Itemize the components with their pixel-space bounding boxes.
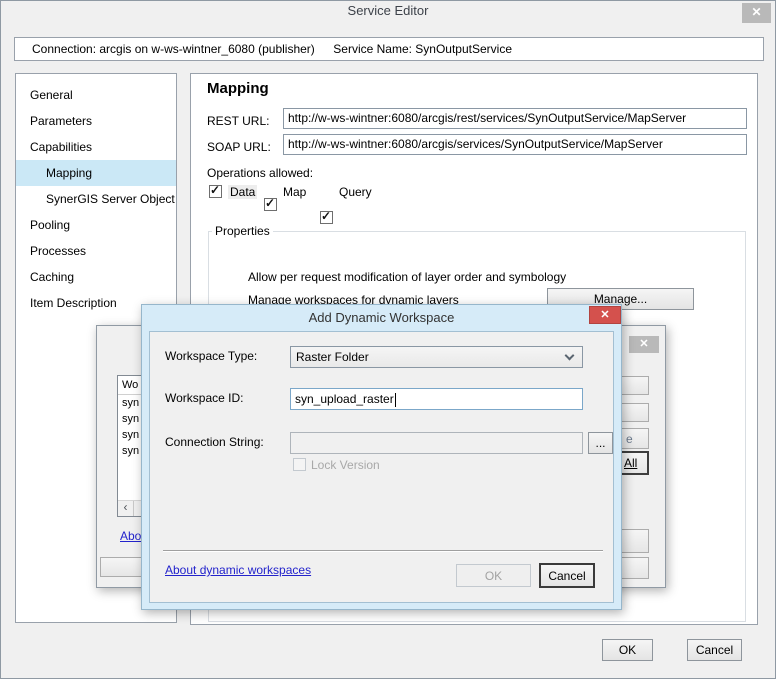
workspace-type-select[interactable]: Raster Folder — [290, 346, 583, 368]
soap-url-field[interactable]: http://w-ws-wintner:6080/arcgis/services… — [283, 134, 747, 155]
data-checkbox[interactable]: ✓ — [209, 183, 222, 198]
add-dynamic-workspace-dialog: Add Dynamic Workspace ✕ Workspace Type: … — [141, 304, 622, 610]
sidebar-item-parameters[interactable]: Parameters — [16, 108, 176, 134]
add-dialog-close-icon[interactable]: ✕ — [589, 306, 621, 324]
allow-modification-label: Allow per request modification of layer … — [248, 270, 567, 284]
workspace-id-label: Workspace ID: — [165, 391, 244, 405]
sidebar-item-processes[interactable]: Processes — [16, 238, 176, 264]
scroll-left-icon[interactable]: ‹ — [118, 501, 134, 516]
footer-cancel-button[interactable]: Cancel — [687, 639, 742, 661]
add-dialog-title: Add Dynamic Workspace — [308, 310, 455, 325]
manage-dialog-button-fragment[interactable] — [100, 557, 142, 577]
map-checkbox-label: Map — [283, 185, 307, 199]
button-label-fragment: e — [626, 432, 633, 446]
check-icon: ✓ — [265, 196, 276, 210]
connection-string-label: Connection String: — [165, 435, 264, 449]
close-icon[interactable]: ✕ — [742, 3, 771, 23]
rest-url-label: REST URL: — [207, 114, 270, 128]
sidebar-item-capabilities[interactable]: Capabilities — [16, 134, 176, 160]
service-editor-window: Service Editor ✕ Connection: arcgis on w… — [0, 0, 776, 679]
service-name-label: Service Name: SynOutputService — [333, 42, 513, 56]
sidebar-item-pooling[interactable]: Pooling — [16, 212, 176, 238]
cancel-button[interactable]: Cancel — [539, 563, 595, 588]
map-checkbox[interactable]: ✓ — [264, 196, 277, 211]
add-dialog-body: Workspace Type: Raster Folder Workspace … — [149, 331, 614, 603]
sidebar-item-general[interactable]: General — [16, 82, 176, 108]
button-label-fragment: All — [624, 456, 638, 470]
properties-group-label: Properties — [212, 224, 273, 238]
check-icon: ✓ — [321, 209, 332, 223]
workspace-type-label: Workspace Type: — [165, 349, 258, 363]
sidebar-item-caching[interactable]: Caching — [16, 264, 176, 290]
connection-bar: Connection: arcgis on w-ws-wintner_6080 … — [14, 37, 764, 61]
query-checkbox-label: Query — [339, 185, 372, 199]
workspace-id-input[interactable]: syn_upload_raster — [290, 388, 583, 410]
sidebar-item-mapping[interactable]: Mapping — [16, 160, 176, 186]
workspace-id-value: syn_upload_raster — [295, 392, 394, 406]
rest-url-field[interactable]: http://w-ws-wintner:6080/arcgis/rest/ser… — [283, 108, 747, 129]
manage-dialog-close-icon[interactable]: ✕ — [629, 336, 659, 353]
text-caret — [394, 392, 396, 407]
query-checkbox[interactable]: ✓ — [320, 209, 333, 224]
window-title: Service Editor — [347, 3, 429, 18]
lock-version-checkbox[interactable] — [293, 458, 306, 471]
separator — [163, 550, 603, 552]
lock-version-label: Lock Version — [311, 458, 380, 472]
page-title: Mapping — [207, 80, 269, 97]
footer-ok-button[interactable]: OK — [602, 639, 653, 661]
about-dynamic-workspaces-link[interactable]: About dynamic workspaces — [165, 563, 311, 577]
workspace-type-value: Raster Folder — [296, 350, 369, 364]
soap-url-label: SOAP URL: — [207, 140, 271, 154]
sidebar-item-synergis-server-object[interactable]: SynerGIS Server Object E — [16, 186, 176, 212]
operations-allowed-label: Operations allowed: — [207, 166, 314, 180]
data-checkbox-label: Data — [228, 185, 258, 199]
browse-button[interactable]: ... — [588, 432, 613, 454]
check-icon: ✓ — [210, 183, 221, 197]
ok-button[interactable]: OK — [456, 564, 531, 587]
chevron-down-icon — [564, 350, 575, 361]
connection-label: Connection: arcgis on w-ws-wintner_6080 … — [32, 42, 315, 56]
connection-string-input[interactable] — [290, 432, 583, 454]
